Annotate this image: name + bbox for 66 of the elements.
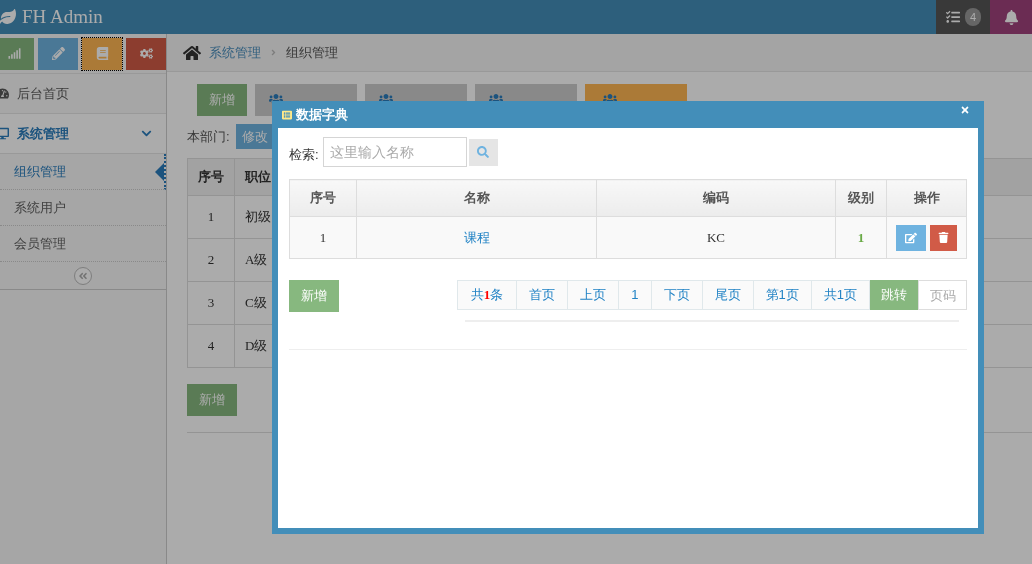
page-link[interactable]: 1 bbox=[619, 280, 652, 310]
collapse-icon[interactable] bbox=[74, 266, 92, 285]
close-icon[interactable] bbox=[960, 104, 970, 115]
pencil-icon bbox=[51, 47, 65, 60]
home-icon bbox=[183, 44, 201, 61]
jump-button[interactable]: 跳转 bbox=[870, 280, 918, 310]
page-link[interactable]: 第1页 bbox=[753, 280, 812, 310]
column-header: 序号 bbox=[289, 179, 357, 217]
record-count: 共1条 bbox=[456, 280, 518, 310]
breadcrumb-current: 组织管理 bbox=[286, 43, 338, 62]
search-icon bbox=[477, 146, 490, 158]
table-cell: 4 bbox=[187, 324, 235, 368]
page-number-field[interactable]: 页码 bbox=[918, 280, 967, 310]
column-header: 操作 bbox=[886, 179, 967, 217]
add-button[interactable]: 新增 bbox=[197, 84, 247, 116]
table-cell: 1 bbox=[835, 216, 887, 259]
shortcut-button[interactable] bbox=[126, 37, 166, 70]
page-link[interactable]: 上页 bbox=[568, 280, 620, 310]
page-link[interactable]: 尾页 bbox=[702, 280, 754, 310]
table-cell: 1 bbox=[289, 216, 357, 259]
column-header: 序号 bbox=[187, 158, 235, 196]
shortcut-button[interactable] bbox=[82, 37, 122, 70]
table-cell: KC bbox=[596, 216, 836, 259]
page-link[interactable]: 首页 bbox=[517, 280, 569, 310]
notification-button[interactable] bbox=[990, 0, 1032, 34]
edit-icon bbox=[905, 231, 917, 244]
add-button[interactable]: 新增 bbox=[187, 384, 237, 416]
app-logo[interactable]: FH Admin bbox=[22, 2, 103, 32]
shortcut-button[interactable] bbox=[0, 37, 34, 70]
department-label: 本部门: bbox=[187, 127, 230, 146]
table-cell: 1 bbox=[187, 195, 235, 239]
edit-button[interactable] bbox=[896, 224, 926, 251]
leaf-icon bbox=[0, 8, 16, 26]
column-header: 编码 bbox=[596, 179, 836, 217]
column-header: 名称 bbox=[356, 179, 597, 217]
list-icon bbox=[944, 10, 961, 24]
table-cell: 2 bbox=[187, 238, 235, 282]
gears-icon bbox=[139, 47, 153, 60]
search-field[interactable]: 这里输入名称 bbox=[322, 137, 467, 167]
list-icon bbox=[282, 109, 292, 120]
count-badge: 4 bbox=[964, 7, 982, 27]
page-link[interactable]: 下页 bbox=[651, 280, 703, 310]
book-icon bbox=[95, 47, 109, 60]
search-label: 检索: bbox=[289, 146, 319, 165]
add-button[interactable]: 新增 bbox=[289, 280, 339, 312]
page-link[interactable]: 共1页 bbox=[811, 280, 870, 310]
search-button[interactable] bbox=[468, 138, 498, 166]
sidebar-subitem[interactable]: 系统用户 bbox=[0, 190, 166, 226]
column-header: 级别 bbox=[835, 179, 887, 217]
shortcut-button[interactable] bbox=[38, 37, 78, 70]
tasks-button[interactable]: 4 bbox=[936, 0, 990, 34]
name-link[interactable]: 课程 bbox=[356, 216, 597, 259]
chart-icon bbox=[7, 47, 21, 60]
bell-icon bbox=[1003, 9, 1019, 25]
breadcrumb-link[interactable]: 系统管理 bbox=[209, 42, 261, 63]
table-cell: 3 bbox=[187, 281, 235, 325]
trash-icon bbox=[938, 232, 949, 243]
sidebar-item[interactable]: 系统管理 bbox=[0, 114, 166, 154]
sidebar-subitem[interactable]: 会员管理 bbox=[0, 226, 166, 262]
chevron-right-icon bbox=[269, 48, 278, 57]
sidebar-subitem[interactable]: 组织管理 bbox=[0, 154, 166, 190]
active-marker bbox=[155, 163, 164, 181]
dialog-title: 数据字典 bbox=[296, 105, 348, 124]
chevron-down-icon bbox=[141, 128, 152, 139]
delete-button[interactable] bbox=[930, 224, 957, 251]
edit-button[interactable]: 修改 bbox=[235, 124, 274, 149]
